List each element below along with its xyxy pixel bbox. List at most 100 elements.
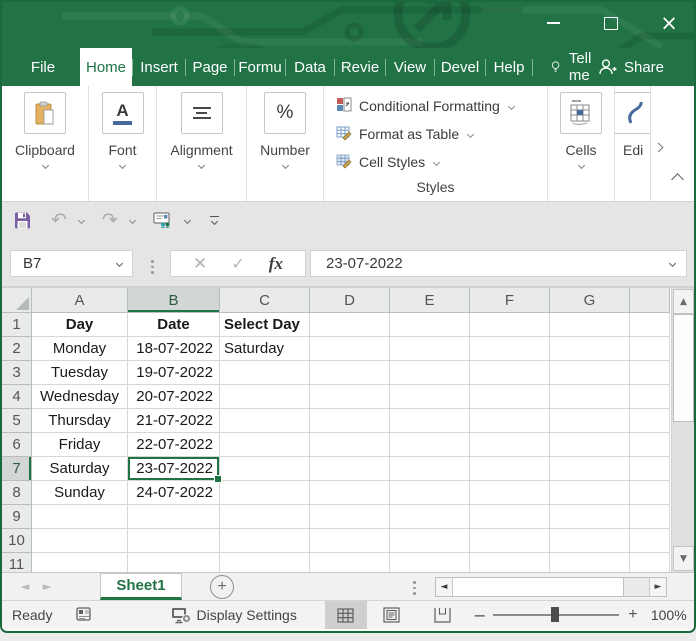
cell-E7[interactable] <box>390 457 470 481</box>
redo-dropdown-chevron-icon[interactable] <box>129 216 136 223</box>
expand-formula-bar-icon[interactable] <box>669 260 676 267</box>
menu-tab-page[interactable]: Page <box>186 48 234 86</box>
row-header-3[interactable]: 3 <box>2 361 32 385</box>
cell-E6[interactable] <box>390 433 470 457</box>
cell-F4[interactable] <box>470 385 550 409</box>
cell-H5[interactable] <box>630 409 670 433</box>
row-header-10[interactable]: 10 <box>2 529 32 553</box>
redo-button[interactable]: ↷ <box>102 211 118 230</box>
cell-C10[interactable] <box>220 529 310 553</box>
vertical-scrollbar-thumb[interactable] <box>673 314 694 422</box>
cell-F11[interactable] <box>470 553 550 572</box>
row-header-4[interactable]: 4 <box>2 385 32 409</box>
cell-C6[interactable] <box>220 433 310 457</box>
cell-B11[interactable] <box>128 553 220 572</box>
cell-C11[interactable] <box>220 553 310 572</box>
styles-item-format-as-table[interactable]: Format as Table <box>336 120 514 148</box>
zoom-slider-thumb[interactable] <box>551 607 559 622</box>
cell-A1[interactable]: Day <box>32 313 128 337</box>
column-header-A[interactable]: A <box>32 288 128 313</box>
fill-handle[interactable] <box>214 475 222 483</box>
cell-G1[interactable] <box>550 313 630 337</box>
cell-E2[interactable] <box>390 337 470 361</box>
cell-G10[interactable] <box>550 529 630 553</box>
menu-tab-devel[interactable]: Devel <box>435 48 485 86</box>
row-header-11[interactable]: 11 <box>2 553 32 572</box>
cell-B1[interactable]: Date <box>128 313 220 337</box>
view-page-layout-button[interactable] <box>371 601 413 629</box>
view-page-break-button[interactable] <box>422 601 464 629</box>
editing-button[interactable] <box>615 92 650 134</box>
ribbon-group-number[interactable]: % Number <box>247 86 324 201</box>
cell-E3[interactable] <box>390 361 470 385</box>
tell-me-button[interactable]: Tell me <box>551 48 598 86</box>
cell-F3[interactable] <box>470 361 550 385</box>
scroll-up-arrow-icon[interactable]: ▲ <box>673 289 694 314</box>
macro-recording-button[interactable] <box>76 606 92 625</box>
cell-F5[interactable] <box>470 409 550 433</box>
cell-G8[interactable] <box>550 481 630 505</box>
cell-D11[interactable] <box>310 553 390 572</box>
name-box-dropdown-icon[interactable] <box>116 260 123 267</box>
collapse-ribbon-button[interactable] <box>670 168 685 192</box>
cell-E8[interactable] <box>390 481 470 505</box>
cell-B4[interactable]: 20-07-2022 <box>128 385 220 409</box>
undo-dropdown-chevron-icon[interactable] <box>78 216 85 223</box>
cell-H8[interactable] <box>630 481 670 505</box>
menu-tab-insert[interactable]: Insert <box>133 48 185 86</box>
cell-A8[interactable]: Sunday <box>32 481 128 505</box>
close-button[interactable]: × <box>652 10 686 36</box>
cell-H11[interactable] <box>630 553 670 572</box>
cell-F1[interactable] <box>470 313 550 337</box>
cell-E4[interactable] <box>390 385 470 409</box>
cell-A7[interactable]: Saturday <box>32 457 128 481</box>
cell-F8[interactable] <box>470 481 550 505</box>
cell-H9[interactable] <box>630 505 670 529</box>
column-header-E[interactable]: E <box>390 288 470 313</box>
minimize-button[interactable] <box>536 10 570 36</box>
row-header-2[interactable]: 2 <box>2 337 32 361</box>
cell-A11[interactable] <box>32 553 128 572</box>
cell-C7[interactable] <box>220 457 310 481</box>
alignment-button[interactable] <box>181 92 223 134</box>
menu-tab-revie[interactable]: Revie <box>335 48 385 86</box>
cell-F2[interactable] <box>470 337 550 361</box>
cell-E11[interactable] <box>390 553 470 572</box>
row-header-6[interactable]: 6 <box>2 433 32 457</box>
new-sheet-button[interactable]: + <box>210 575 234 599</box>
styles-item-cell-styles[interactable]: Cell Styles <box>336 148 514 176</box>
cell-E9[interactable] <box>390 505 470 529</box>
styles-item-conditional-formatting[interactable]: Conditional Formatting <box>336 92 514 120</box>
scroll-down-arrow-icon[interactable]: ▼ <box>673 546 694 571</box>
undo-button[interactable]: ↶ <box>51 211 67 230</box>
menu-tab-home[interactable]: Home <box>80 48 132 86</box>
cell-A6[interactable]: Friday <box>32 433 128 457</box>
cell-B3[interactable]: 19-07-2022 <box>128 361 220 385</box>
row-header-5[interactable]: 5 <box>2 409 32 433</box>
column-header-F[interactable]: F <box>470 288 550 313</box>
cell-E5[interactable] <box>390 409 470 433</box>
select-all-corner[interactable] <box>2 288 32 313</box>
cell-B7[interactable]: 23-07-2022 <box>128 457 220 481</box>
column-header-G[interactable]: G <box>550 288 630 313</box>
cell-C3[interactable] <box>220 361 310 385</box>
cell-A4[interactable]: Wednesday <box>32 385 128 409</box>
ribbon-group-cells[interactable]: Cells <box>548 86 615 201</box>
zoom-slider[interactable] <box>493 614 619 616</box>
cell-F6[interactable] <box>470 433 550 457</box>
scroll-left-arrow-icon[interactable]: ◄ <box>436 578 453 596</box>
ribbon-group-clipboard[interactable]: Clipboard <box>2 86 89 201</box>
cell-B2[interactable]: 18-07-2022 <box>128 337 220 361</box>
cell-F10[interactable] <box>470 529 550 553</box>
menu-tab-file[interactable]: File <box>16 48 70 86</box>
ribbon-group-font[interactable]: A Font <box>89 86 157 201</box>
enter-check-icon[interactable]: ✓ <box>231 254 244 273</box>
cell-A10[interactable] <box>32 529 128 553</box>
ribbon-group-editing[interactable]: Edi <box>615 86 650 201</box>
cell-D1[interactable] <box>310 313 390 337</box>
scroll-right-arrow-icon[interactable]: ► <box>649 578 666 596</box>
share-button[interactable]: Share <box>598 48 664 86</box>
cell-G9[interactable] <box>550 505 630 529</box>
cell-G2[interactable] <box>550 337 630 361</box>
touch-mode-dropdown-chevron-icon[interactable] <box>184 216 191 223</box>
